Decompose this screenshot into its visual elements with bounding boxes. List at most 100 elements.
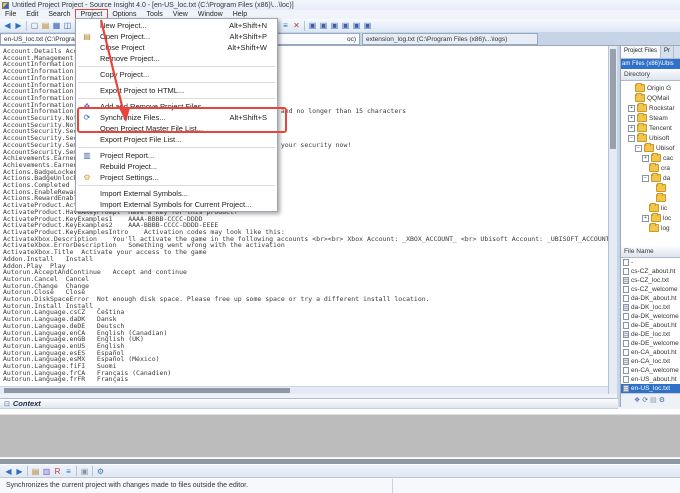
- tree-row[interactable]: + loc: [621, 213, 680, 223]
- relations-icon[interactable]: R: [52, 466, 63, 477]
- tree-expander-icon[interactable]: +: [628, 115, 635, 122]
- menu-item[interactable]: ▥ Project Report...: [76, 150, 277, 161]
- tree-row[interactable]: lic: [621, 203, 680, 213]
- menu-item[interactable]: ⚙ Project Settings...: [76, 172, 277, 183]
- tree-row[interactable]: − da: [621, 173, 680, 183]
- file-row[interactable]: en-US_about.ht: [621, 375, 680, 384]
- folder-label: Origin G: [647, 85, 671, 92]
- file-row[interactable]: en-CA_welcome: [621, 366, 680, 375]
- file-row[interactable]: en-CA_loc.txt: [621, 357, 680, 366]
- tab-project-files[interactable]: Project Files: [621, 46, 661, 58]
- menu-item[interactable]: Close Project Alt+Shift+W: [76, 42, 277, 53]
- view-panel-6-icon[interactable]: ▣: [362, 20, 373, 31]
- directory-header[interactable]: Directory: [621, 69, 680, 81]
- file-row[interactable]: da-DK_loc.txt: [621, 303, 680, 312]
- file-row[interactable]: da-DK_about.ht: [621, 294, 680, 303]
- menu-item[interactable]: Rebuild Project...: [76, 161, 277, 172]
- file-name-header[interactable]: File Name: [621, 246, 680, 258]
- context-window-icon[interactable]: ≡: [63, 466, 74, 477]
- toggle-tabs-icon[interactable]: ≡: [280, 20, 291, 31]
- horizontal-scroll-thumb[interactable]: [4, 388, 290, 393]
- vertical-scroll-thumb[interactable]: [610, 49, 616, 149]
- tree-expander-icon[interactable]: +: [642, 155, 649, 162]
- menubar-item[interactable]: Edit: [21, 10, 43, 19]
- tree-row[interactable]: + Tencent: [621, 123, 680, 133]
- file-row[interactable]: en-CA_about.ht: [621, 348, 680, 357]
- tab-extension-log[interactable]: extension_log.txt (C:\Program Files (x86…: [362, 33, 538, 45]
- lock-icon[interactable]: ▣: [79, 466, 90, 477]
- file-name: da-DK_about.ht: [631, 295, 677, 302]
- menu-item[interactable]: New Project... Alt+Shift+N: [76, 20, 277, 31]
- tab-project-second[interactable]: Pr: [661, 46, 674, 58]
- file-name: -: [631, 259, 633, 266]
- symbols-window-icon[interactable]: ▥: [41, 466, 52, 477]
- view-panel-1-icon[interactable]: ▣: [307, 20, 318, 31]
- tree-expander-icon[interactable]: −: [628, 135, 635, 142]
- settings-gear-icon[interactable]: ⚙: [659, 396, 665, 406]
- file-options-icon[interactable]: ▤: [650, 396, 657, 406]
- tree-row[interactable]: QQMail: [621, 93, 680, 103]
- back-icon[interactable]: ◀: [3, 466, 14, 477]
- menu-item[interactable]: Import External Symbols...: [76, 188, 277, 199]
- forward-icon[interactable]: ▶: [13, 20, 24, 31]
- close-file-icon[interactable]: ✕: [291, 20, 302, 31]
- tree-row[interactable]: − Ubisoft: [621, 133, 680, 143]
- tree-expander-icon[interactable]: +: [628, 105, 635, 112]
- menubar-item[interactable]: File: [0, 10, 21, 19]
- tree-expander-icon[interactable]: −: [635, 145, 642, 152]
- file-row[interactable]: -: [621, 258, 680, 267]
- tree-row[interactable]: cra: [621, 163, 680, 173]
- tree-expander-icon[interactable]: +: [642, 215, 649, 222]
- file-row[interactable]: de-DE_welcome: [621, 339, 680, 348]
- file-row[interactable]: cs-CZ_loc.txt: [621, 276, 680, 285]
- menu-item[interactable]: ▤ Open Project... Alt+Shift+P: [76, 31, 277, 42]
- back-icon[interactable]: ◀: [2, 20, 13, 31]
- file-row[interactable]: da-DK_welcome: [621, 312, 680, 321]
- menu-item[interactable]: Import External Symbols for Current Proj…: [76, 199, 277, 210]
- file-row[interactable]: cs-CZ_welcome: [621, 285, 680, 294]
- tab-label: extension_log.txt (C:\Program Files (x86…: [366, 36, 507, 43]
- menu-item[interactable]: Copy Project...: [76, 69, 277, 80]
- new-file-icon[interactable]: ▢: [29, 20, 40, 31]
- bottom-splitter-bar[interactable]: [0, 458, 680, 465]
- file-row[interactable]: en-US_loc.txt: [621, 384, 680, 393]
- forward-icon[interactable]: ▶: [14, 466, 25, 477]
- file-row[interactable]: de-DE_loc.txt: [621, 330, 680, 339]
- file-row[interactable]: cs-CZ_about.ht: [621, 267, 680, 276]
- tree-row[interactable]: [621, 183, 680, 193]
- add-remove-files-icon[interactable]: ❖: [634, 396, 640, 406]
- tree-row[interactable]: log: [621, 223, 680, 233]
- project-path-bar[interactable]: am Files (x86)\Ubis: [621, 59, 680, 69]
- file-icon: [623, 385, 629, 392]
- tree-row[interactable]: + cac: [621, 153, 680, 163]
- menu-item[interactable]: Remove Project...: [76, 53, 277, 64]
- menu-item-label: Remove Project...: [100, 54, 160, 63]
- menu-item[interactable]: Export Project File List...: [76, 134, 277, 145]
- project-files-icon[interactable]: ▤: [30, 466, 41, 477]
- context-panel-header[interactable]: ⊡ Context: [0, 398, 618, 409]
- file-row[interactable]: de-DE_about.ht: [621, 321, 680, 330]
- view-panel-5-icon[interactable]: ▣: [351, 20, 362, 31]
- tree-row[interactable]: − Ubisof: [621, 143, 680, 153]
- tree-row[interactable]: + Steam: [621, 113, 680, 123]
- tree-expander-icon[interactable]: +: [628, 125, 635, 132]
- editor-horizontal-scrollbar[interactable]: [0, 386, 608, 394]
- open-file-icon[interactable]: ▤: [40, 20, 51, 31]
- view-panel-2-icon[interactable]: ▣: [318, 20, 329, 31]
- settings-gear-icon[interactable]: ⚙: [95, 466, 106, 477]
- menu-separator: [78, 66, 275, 67]
- save-all-icon[interactable]: ◫: [62, 20, 73, 31]
- view-panel-3-icon[interactable]: ▣: [329, 20, 340, 31]
- tree-row[interactable]: Origin G: [621, 83, 680, 93]
- context-panel-empty-area: [0, 415, 680, 457]
- tree-expander-icon[interactable]: −: [642, 175, 649, 182]
- menubar-item[interactable]: Search: [43, 10, 75, 19]
- save-icon[interactable]: ▦: [51, 20, 62, 31]
- view-panel-4-icon[interactable]: ▣: [340, 20, 351, 31]
- menu-item[interactable]: Export Project to HTML...: [76, 85, 277, 96]
- tree-row[interactable]: + Rockstar: [621, 103, 680, 113]
- synchronize-icon[interactable]: ⟳: [642, 396, 648, 406]
- folder-label: log: [661, 225, 670, 232]
- tree-row[interactable]: [621, 193, 680, 203]
- editor-vertical-scrollbar[interactable]: [608, 46, 617, 394]
